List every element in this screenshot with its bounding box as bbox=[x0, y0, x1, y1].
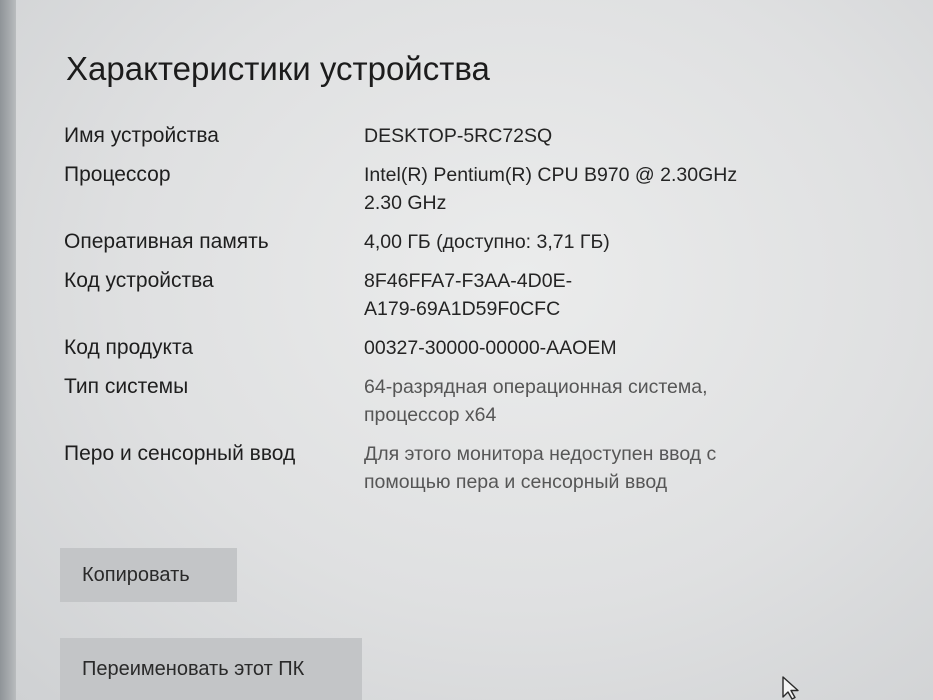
spec-value-line: процессор x64 bbox=[364, 404, 497, 426]
spec-row-device-id: Код устройства 8F46FFA7-F3AA-4D0E- A179-… bbox=[64, 267, 924, 323]
section-title: Характеристики устройства bbox=[66, 50, 490, 87]
spec-value: Для этого монитора недоступен ввод с пом… bbox=[364, 440, 784, 496]
spec-row-system-type: Тип системы 64-разрядная операционная си… bbox=[64, 373, 924, 429]
spec-value: DESKTOP-5RC72SQ bbox=[364, 122, 784, 150]
spec-value-line: Для этого монитора недоступен ввод с bbox=[364, 443, 717, 465]
spec-row-processor: Процессор Intel(R) Pentium(R) CPU B970 @… bbox=[64, 161, 924, 217]
left-window-edge bbox=[0, 0, 16, 700]
rename-pc-button[interactable]: Переименовать этот ПК bbox=[60, 638, 362, 700]
spec-value-line: Intel(R) Pentium(R) CPU B970 @ 2.30GHz bbox=[364, 164, 738, 186]
spec-row-pen-touch: Перо и сенсорный ввод Для этого монитора… bbox=[64, 440, 924, 496]
device-specifications-panel: Характеристики устройства Имя устройства… bbox=[16, 0, 933, 700]
spec-value: 4,00 ГБ (доступно: 3,71 ГБ) bbox=[364, 228, 784, 256]
spec-value-line: 8F46FFA7-F3AA-4D0E- bbox=[364, 270, 573, 292]
spec-label: Код продукта bbox=[64, 336, 194, 359]
spec-value-line: DESKTOP-5RC72SQ bbox=[364, 125, 553, 147]
spec-value-line: 2.30 GHz bbox=[364, 192, 447, 214]
spec-label: Тип системы bbox=[64, 375, 189, 398]
spec-value-line: 64-разрядная операционная система, bbox=[364, 376, 708, 398]
spec-label: Имя устройства bbox=[64, 124, 219, 147]
spec-value-line: помощью пера и сенсорный ввод bbox=[364, 471, 668, 493]
spec-value: Intel(R) Pentium(R) CPU B970 @ 2.30GHz 2… bbox=[364, 161, 784, 217]
spec-row-device-name: Имя устройства DESKTOP-5RC72SQ bbox=[64, 122, 924, 150]
spec-value: 00327-30000-00000-AAOEM bbox=[364, 334, 784, 362]
spec-value-line: 4,00 ГБ (доступно: 3,71 ГБ) bbox=[364, 231, 610, 253]
spec-row-product-id: Код продукта 00327-30000-00000-AAOEM bbox=[64, 334, 924, 362]
spec-label: Перо и сенсорный ввод bbox=[64, 442, 296, 465]
spec-label: Код устройства bbox=[64, 269, 214, 292]
spec-value-line: 00327-30000-00000-AAOEM bbox=[364, 337, 617, 359]
specs-list: Имя устройства DESKTOP-5RC72SQ Процессор… bbox=[64, 122, 924, 507]
spec-value: 64-разрядная операционная система, проце… bbox=[364, 373, 784, 429]
spec-label: Оперативная память bbox=[64, 230, 269, 253]
spec-row-ram: Оперативная память 4,00 ГБ (доступно: 3,… bbox=[64, 228, 924, 256]
spec-value: 8F46FFA7-F3AA-4D0E- A179-69A1D59F0CFC bbox=[364, 267, 784, 323]
spec-label: Процессор bbox=[64, 163, 171, 186]
mouse-pointer-icon bbox=[782, 676, 799, 700]
copy-button[interactable]: Копировать bbox=[60, 548, 237, 602]
spec-value-line: A179-69A1D59F0CFC bbox=[364, 298, 561, 320]
